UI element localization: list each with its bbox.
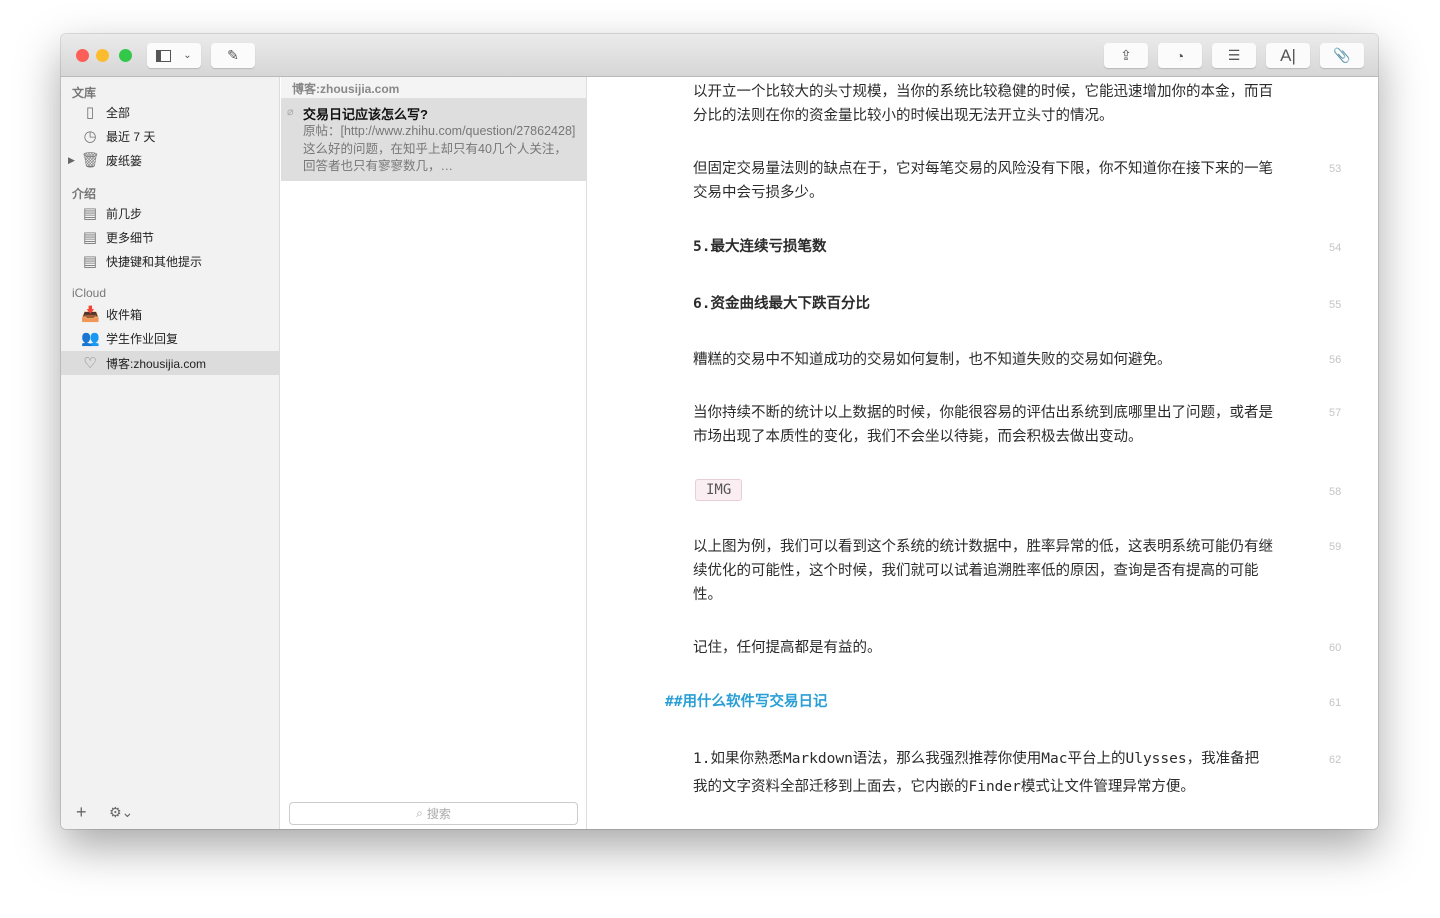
sidebar-item-more-details[interactable]: ▤ 更多细节 xyxy=(61,225,280,249)
note-title: 交易日记应该怎么写? xyxy=(303,107,428,122)
share-icon: ⇪ xyxy=(1120,47,1132,63)
section-intro: 介绍 xyxy=(72,187,97,201)
line-number: 58 xyxy=(1329,486,1342,498)
sidebar-item-label: 全部 xyxy=(106,105,131,120)
line-number: 57 xyxy=(1329,407,1342,419)
document-icon: ▤ xyxy=(82,253,98,270)
sidebar-item-recent[interactable]: ◷ 最近 7 天 xyxy=(61,124,280,148)
sidebar-item-label: 更多细节 xyxy=(106,230,155,245)
paragraph: 记住，任何提高都是有益的。 xyxy=(693,640,882,656)
sidebar-item-blog[interactable]: ♡ 博客:zhousijia.com xyxy=(61,351,280,375)
toolbar: ⌄ ✎ ⇪ ◔ ☰ A| 📎 xyxy=(61,34,1378,77)
sidebar: 文库 ▯ 全部 ◷ 最近 7 天 ▶ 🗑 废纸篓 介绍 ▤ 前几步 ▤ 更多细节 ▤ 快捷键和… xyxy=(61,77,280,829)
outline-button[interactable]: ☰ xyxy=(1212,43,1256,68)
typography-button[interactable]: A| xyxy=(1266,43,1310,68)
sidebar-item-label: 前几步 xyxy=(106,206,143,221)
chevron-down-icon[interactable]: ⌄ xyxy=(183,50,191,61)
document-icon: ▤ xyxy=(82,229,98,246)
gauge-icon: ◔ xyxy=(1175,47,1185,64)
people-icon: 👥 xyxy=(81,330,100,347)
app-window: ⌄ ✎ ⇪ ◔ ☰ A| 📎 文库 ▯ 全部 ◷ 最近 7 天 ▶ 🗑 废纸篓 介绍 ▤… xyxy=(61,34,1378,829)
paragraph: 当你持续不断的统计以上数据的时候，你能很容易的评估出系统到底哪里出了问题，或者是… xyxy=(693,405,1273,445)
list-header: 博客:zhousijia.com xyxy=(281,77,586,98)
sidebar-item-label: 废纸篓 xyxy=(106,153,143,168)
sidebar-item-shortcuts[interactable]: ▤ 快捷键和其他提示 xyxy=(61,249,280,273)
sidebar-item-label: 学生作业回复 xyxy=(106,331,179,346)
heading: ##用什么软件写交易日记 xyxy=(665,694,828,710)
new-note-button[interactable]: ✎ xyxy=(211,43,255,68)
image-placeholder[interactable]: IMG xyxy=(695,478,1275,502)
sidebar-toggle-button[interactable]: ⌄ xyxy=(147,43,201,68)
add-button[interactable]: + xyxy=(76,802,87,823)
img-tag[interactable]: IMG xyxy=(695,479,743,501)
sidebar-item-label: 最近 7 天 xyxy=(106,129,156,144)
search-input[interactable]: ⌕ 搜索 xyxy=(289,802,578,825)
paragraph: 1.如果你熟悉Markdown语法，那么我强烈推荐你使用Mac平台上的Ulyss… xyxy=(693,751,1260,795)
line-number: 54 xyxy=(1329,242,1342,254)
search-placeholder: 搜索 xyxy=(426,807,451,821)
sidebar-item-label: 收件箱 xyxy=(106,307,143,322)
sidebar-icon xyxy=(156,49,172,62)
line-number: 53 xyxy=(1329,163,1342,175)
disclosure-triangle-icon[interactable]: ▶ xyxy=(68,155,75,166)
list-icon: ☰ xyxy=(1227,47,1241,63)
notebooks-icon: ▯ xyxy=(85,104,95,121)
line-number: 62 xyxy=(1329,754,1342,766)
line-number: 56 xyxy=(1329,354,1342,366)
minimize-button[interactable] xyxy=(96,49,109,62)
inbox-icon: 📥 xyxy=(81,306,100,323)
paragraph: 但固定交易量法则的缺点在于，它对每笔交易的风险没有下限，你不知道你在接下来的一笔… xyxy=(693,161,1273,201)
compose-icon: ✎ xyxy=(227,47,239,63)
clock-icon: ◷ xyxy=(83,128,97,145)
paperclip-icon: ⌀ xyxy=(287,106,294,118)
paragraph: 以上图为例，我们可以看到这个系统的统计数据中，胜率异常的低，这表明系统可能仍有继… xyxy=(693,539,1273,603)
close-button[interactable] xyxy=(76,49,89,62)
document-icon: ▤ xyxy=(82,205,98,222)
note-preview: 原帖：[http://www.zhihu.com/question/278624… xyxy=(303,124,576,173)
paragraph: 6.资金曲线最大下跌百分比 xyxy=(693,296,870,312)
sidebar-item-inbox[interactable]: 📥 收件箱 xyxy=(61,302,280,326)
sidebar-item-label: 快捷键和其他提示 xyxy=(106,254,203,269)
line-number: 61 xyxy=(1329,697,1342,709)
font-icon: A| xyxy=(1280,45,1296,65)
note-list: 博客:zhousijia.com ⌀ 交易日记应该怎么写? 原帖：[http:/… xyxy=(281,77,587,829)
sidebar-item-trash[interactable]: ▶ 🗑 废纸篓 xyxy=(61,148,280,172)
sidebar-item-first-steps[interactable]: ▤ 前几步 xyxy=(61,201,280,225)
section-icloud: iCloud xyxy=(72,286,107,300)
line-number: 60 xyxy=(1329,642,1342,654)
paperclip-icon: 📎 xyxy=(1333,47,1351,63)
heart-icon: ♡ xyxy=(83,355,97,372)
sidebar-item-student-replies[interactable]: 👥 学生作业回复 xyxy=(61,326,280,350)
settings-gear-button[interactable]: ⚙⌄ xyxy=(109,804,133,821)
paragraph: 以开立一个比较大的头寸规模，当你的系统比较稳健的时候，它能迅速增加你的本金，而百… xyxy=(693,84,1273,124)
zoom-button[interactable] xyxy=(119,49,132,62)
attachments-button[interactable]: 📎 xyxy=(1320,43,1364,68)
note-list-item[interactable]: ⌀ 交易日记应该怎么写? 原帖：[http://www.zhihu.com/qu… xyxy=(281,98,586,181)
share-button[interactable]: ⇪ xyxy=(1104,43,1148,68)
sidebar-item-label: 博客:zhousijia.com xyxy=(106,356,207,371)
line-number: 59 xyxy=(1329,541,1342,553)
sidebar-item-all[interactable]: ▯ 全部 xyxy=(61,100,280,124)
search-icon: ⌕ xyxy=(416,806,423,820)
trash-icon: 🗑 xyxy=(81,152,101,169)
stats-button[interactable]: ◔ xyxy=(1158,43,1202,68)
line-number: 55 xyxy=(1329,299,1342,311)
paragraph: 5.最大连续亏损笔数 xyxy=(693,239,827,255)
editor[interactable]: 以开立一个比较大的头寸规模，当你的系统比较稳健的时候，它能迅速增加你的本金，而百… xyxy=(588,77,1378,829)
section-library: 文库 xyxy=(72,86,97,100)
paragraph: 糟糕的交易中不知道成功的交易如何复制，也不知道失败的交易如何避免。 xyxy=(693,352,1172,368)
